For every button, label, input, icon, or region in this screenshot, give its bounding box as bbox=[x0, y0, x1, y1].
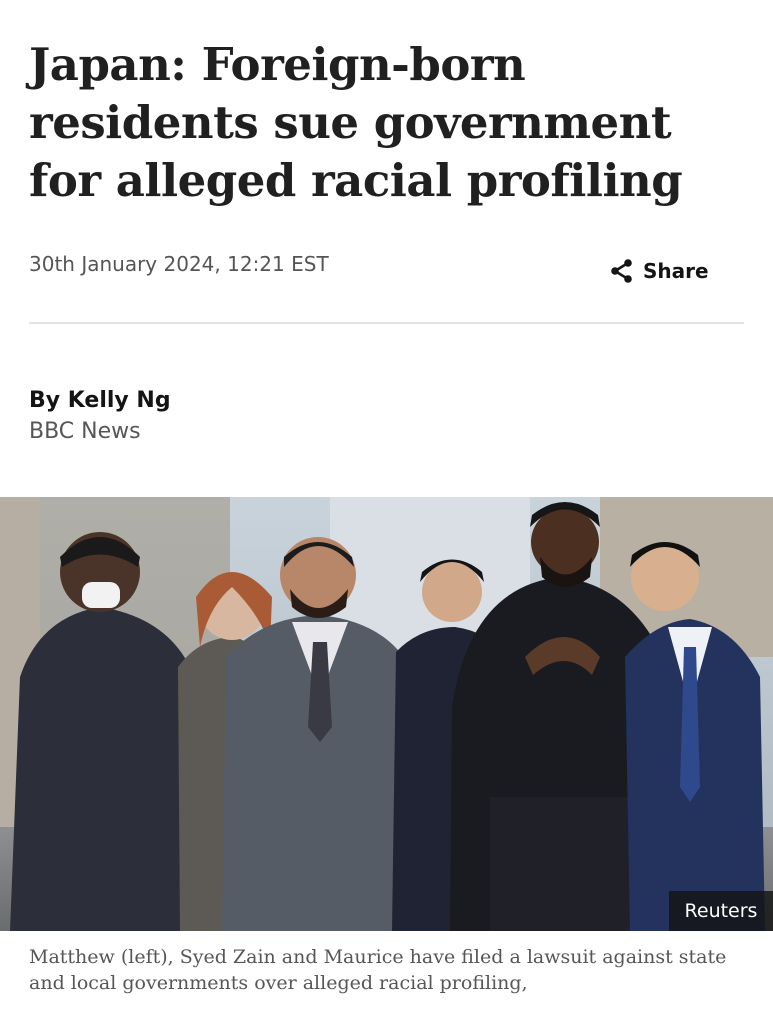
share-icon bbox=[609, 258, 635, 284]
article-page: Japan: Foreign-born residents sue govern… bbox=[0, 0, 773, 1024]
author-name[interactable]: By Kelly Ng bbox=[29, 386, 171, 416]
article-photo[interactable]: Reuters bbox=[0, 497, 773, 931]
photo-credit: Reuters bbox=[669, 891, 773, 931]
publish-date: 30th January 2024, 12:21 EST bbox=[29, 252, 329, 276]
outlet-name: BBC News bbox=[29, 419, 141, 444]
share-button[interactable]: Share bbox=[609, 258, 709, 284]
photo-caption: Matthew (left), Syed Zain and Maurice ha… bbox=[29, 946, 727, 994]
share-label: Share bbox=[643, 259, 709, 283]
article-headline: Japan: Foreign-born residents sue govern… bbox=[29, 38, 683, 207]
divider bbox=[29, 322, 744, 324]
article-meta: 30th January 2024, 12:21 EST Share bbox=[29, 250, 744, 290]
byline: By Kelly Ng BBC News bbox=[29, 386, 171, 448]
